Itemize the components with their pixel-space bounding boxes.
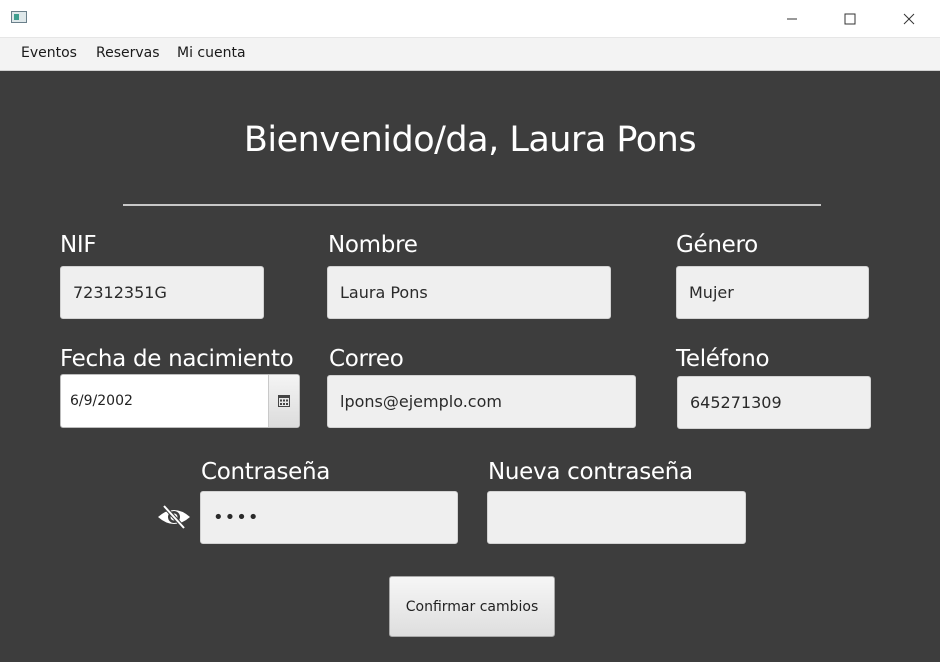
close-icon bbox=[903, 13, 915, 24]
fecha-datepicker: 6/9/2002 bbox=[60, 374, 300, 428]
calendar-icon bbox=[278, 395, 290, 407]
menu-reservas[interactable]: Reservas bbox=[94, 45, 162, 61]
welcome-title: Bienvenido/da, Laura Pons bbox=[243, 120, 697, 160]
genero-label: Género bbox=[676, 232, 758, 258]
correo-label: Correo bbox=[329, 346, 404, 372]
contrasena-field[interactable]: •••• bbox=[200, 491, 458, 544]
close-button[interactable] bbox=[880, 0, 938, 37]
telefono-label: Teléfono bbox=[676, 346, 770, 372]
fecha-label: Fecha de nacimiento bbox=[60, 346, 294, 372]
contrasena-label: Contraseña bbox=[201, 459, 331, 485]
calendar-button[interactable] bbox=[268, 375, 299, 427]
maximize-icon bbox=[844, 13, 856, 24]
nif-label: NIF bbox=[60, 232, 97, 258]
confirm-changes-button[interactable]: Confirmar cambios bbox=[389, 576, 555, 637]
nombre-label: Nombre bbox=[328, 232, 418, 258]
menu-bar: Eventos Reservas Mi cuenta bbox=[0, 38, 940, 71]
app-window-icon bbox=[11, 11, 27, 23]
correo-field[interactable]: lpons@ejemplo.com bbox=[327, 375, 636, 428]
minimize-button[interactable] bbox=[763, 0, 821, 37]
title-bar bbox=[0, 0, 940, 38]
eye-slash-icon bbox=[158, 504, 190, 530]
nueva-contrasena-field[interactable] bbox=[487, 491, 746, 544]
nombre-field[interactable]: Laura Pons bbox=[327, 266, 611, 319]
minimize-icon bbox=[787, 18, 797, 19]
nueva-contrasena-label: Nueva contraseña bbox=[488, 459, 693, 485]
password-visibility-toggle[interactable] bbox=[156, 503, 192, 531]
fecha-input[interactable]: 6/9/2002 bbox=[61, 375, 268, 427]
telefono-field[interactable]: 645271309 bbox=[677, 376, 871, 429]
nif-field[interactable]: 72312351G bbox=[60, 266, 264, 319]
menu-mi-cuenta[interactable]: Mi cuenta bbox=[175, 45, 248, 61]
menu-eventos[interactable]: Eventos bbox=[19, 45, 79, 61]
maximize-button[interactable] bbox=[821, 0, 879, 37]
divider bbox=[123, 204, 821, 206]
genero-field[interactable]: Mujer bbox=[676, 266, 869, 319]
